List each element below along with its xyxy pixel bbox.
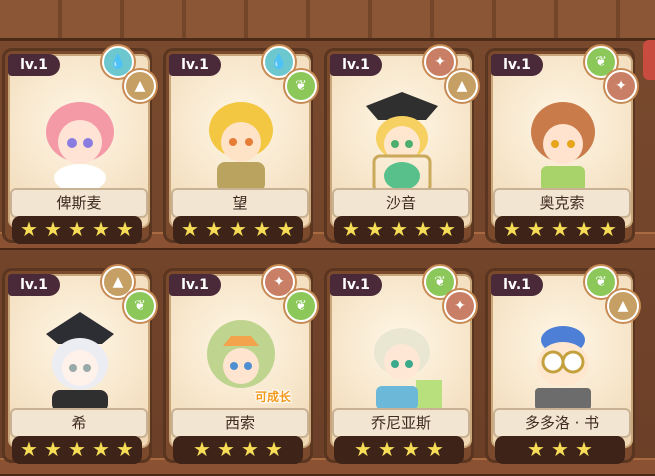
star-icon: ★	[551, 437, 569, 461]
star-icon: ★	[438, 217, 456, 241]
star-icon: ★	[205, 217, 223, 241]
star-icon: ★	[414, 217, 432, 241]
character-portrait	[374, 328, 442, 410]
earth-icon: ▲	[607, 290, 639, 322]
character-portrait	[535, 326, 591, 410]
earth-icon: ▲	[124, 70, 156, 102]
star-icon: ★	[366, 217, 384, 241]
character-portrait	[366, 92, 438, 194]
star-icon: ★	[68, 437, 86, 461]
character-card[interactable]: lv.1 ❦ ▲ 多多洛 · 书 ★ ★ ★	[485, 266, 639, 464]
earth-icon: ▲	[446, 70, 478, 102]
spark-icon: ✦	[444, 290, 476, 322]
level-badge: lv.1	[491, 54, 543, 76]
star-rating: ★ ★ ★ ★ ★	[12, 216, 142, 244]
spark-icon: ✦	[605, 70, 637, 102]
star-rating: ★ ★ ★ ★ ★	[12, 436, 142, 464]
star-icon: ★	[378, 437, 396, 461]
star-icon: ★	[575, 437, 593, 461]
star-icon: ★	[44, 217, 62, 241]
star-rating: ★ ★ ★ ★	[334, 436, 464, 464]
star-icon: ★	[390, 217, 408, 241]
level-badge: lv.1	[169, 54, 221, 76]
character-name: 沙音	[332, 188, 470, 218]
character-card[interactable]: lv.1 ❦ ✦ 奥克索 ★ ★ ★ ★ ★	[485, 46, 637, 244]
level-badge: lv.1	[491, 274, 543, 296]
star-icon: ★	[181, 217, 199, 241]
level-badge: lv.1	[8, 54, 60, 76]
star-icon: ★	[575, 217, 593, 241]
character-name: 西索	[171, 408, 309, 438]
star-icon: ★	[20, 437, 38, 461]
character-card[interactable]: lv.1 ❦ ✦ 乔尼亚斯 ★ ★ ★ ★	[324, 266, 476, 464]
character-portrait	[531, 102, 595, 192]
star-rating: ★ ★ ★ ★ ★	[495, 216, 625, 244]
star-icon: ★	[44, 437, 62, 461]
star-icon: ★	[92, 437, 110, 461]
character-name: 望	[171, 188, 309, 218]
star-icon: ★	[527, 217, 545, 241]
character-name: 奥克索	[493, 188, 631, 218]
star-icon: ★	[599, 217, 617, 241]
character-card[interactable]: lv.1 ✦ ▲ 沙音 ★ ★ ★ ★ ★	[324, 46, 478, 244]
character-portrait	[46, 102, 114, 192]
star-icon: ★	[253, 217, 271, 241]
level-badge: lv.1	[330, 274, 382, 296]
level-badge: lv.1	[8, 274, 60, 296]
star-icon: ★	[116, 437, 134, 461]
character-card[interactable]: lv.1 ✦ ❦ 可成长 西索 ★ ★ ★ ★	[163, 266, 317, 464]
star-icon: ★	[217, 437, 235, 461]
character-name: 俾斯麦	[10, 188, 148, 218]
star-icon: ★	[241, 437, 259, 461]
character-card[interactable]: lv.1 💧 ❦ 望 ★ ★ ★ ★ ★	[163, 46, 317, 244]
growable-label: 可成长	[255, 390, 292, 404]
star-icon: ★	[92, 217, 110, 241]
level-badge: lv.1	[330, 54, 382, 76]
star-icon: ★	[68, 217, 86, 241]
star-icon: ★	[503, 217, 521, 241]
plant-icon: ❦	[124, 290, 156, 322]
level-badge: lv.1	[169, 274, 221, 296]
character-card[interactable]: lv.1 ▲ ❦ 希 ★ ★ ★ ★ ★	[2, 266, 156, 464]
star-icon: ★	[116, 217, 134, 241]
star-icon: ★	[265, 437, 283, 461]
star-icon: ★	[551, 217, 569, 241]
star-icon: ★	[277, 217, 295, 241]
star-rating: ★ ★ ★ ★ ★	[334, 216, 464, 244]
star-icon: ★	[354, 437, 372, 461]
star-rating: ★ ★ ★ ★ ★	[173, 216, 303, 244]
star-rating: ★ ★ ★	[495, 436, 625, 464]
plant-icon: ❦	[285, 290, 317, 322]
character-card[interactable]: lv.1 💧 ▲ 俾斯麦 ★ ★ ★ ★ ★	[2, 46, 156, 244]
character-portrait	[46, 312, 114, 412]
plant-icon: ❦	[285, 70, 317, 102]
star-icon: ★	[229, 217, 247, 241]
star-rating: ★ ★ ★ ★	[173, 436, 303, 464]
star-icon: ★	[426, 437, 444, 461]
character-name: 希	[10, 408, 148, 438]
star-icon: ★	[527, 437, 545, 461]
star-icon: ★	[193, 437, 211, 461]
star-icon: ★	[402, 437, 420, 461]
character-name: 乔尼亚斯	[332, 408, 470, 438]
character-portrait	[209, 102, 273, 192]
character-grid: lv.1 💧 ▲ 俾斯麦 ★ ★ ★ ★ ★ lv.1 💧 ❦ 望 ★ ★ ★	[0, 0, 655, 472]
star-icon: ★	[342, 217, 360, 241]
character-name: 多多洛 · 书	[493, 408, 631, 438]
star-icon: ★	[20, 217, 38, 241]
